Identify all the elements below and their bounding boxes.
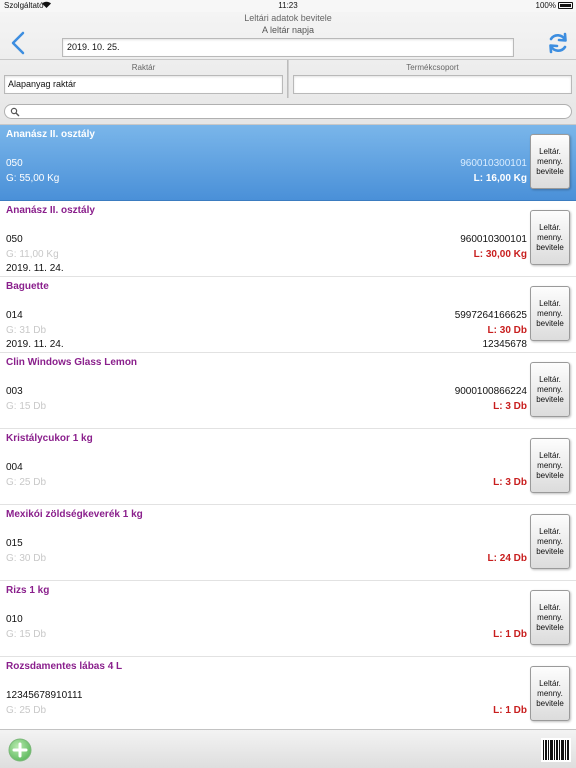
inventory-list: Ananász II. osztály 050 G: 55,00 Kg 9600… (0, 125, 576, 729)
clock: 11:23 (278, 1, 298, 10)
barcode-icon (541, 738, 571, 762)
bottom-toolbar (0, 729, 576, 768)
item-g-quantity: G: 55,00 Kg (6, 173, 60, 184)
item-barcode: 9000100866224 (454, 386, 527, 397)
item-name: Rizs 1 kg (6, 585, 50, 596)
item-l-quantity: L: 3 Db (493, 477, 527, 488)
item-l-quantity: L: 3 Db (493, 401, 527, 412)
item-g-quantity: G: 25 Db (6, 705, 47, 716)
enter-inventory-quantity-button[interactable]: Leltár. menny. bevitele (530, 590, 570, 645)
list-item[interactable]: Baguette 014 G: 31 Db 2019. 11. 24. 5997… (0, 277, 576, 353)
item-date: 2019. 11. 24. (6, 263, 64, 274)
enter-inventory-quantity-button[interactable]: Leltár. menny. bevitele (530, 134, 570, 189)
item-code: 010 (6, 614, 23, 625)
item-barcode: 960010300101 (460, 234, 527, 245)
item-name: Clin Windows Glass Lemon (6, 357, 138, 368)
header: Leltári adatok bevitele A leltár napja 2… (0, 12, 576, 125)
enter-inventory-quantity-button[interactable]: Leltár. menny. bevitele (530, 210, 570, 265)
item-code: 12345678910111 (6, 690, 83, 701)
inventory-date-field[interactable]: 2019. 10. 25. (62, 38, 514, 57)
list-item[interactable]: Ananász II. osztály 050 G: 11,00 Kg 2019… (0, 201, 576, 277)
item-name: Rozsdamentes lábas 4 L (6, 661, 123, 672)
item-l-quantity: L: 1 Db (493, 705, 527, 716)
list-item[interactable]: Mexikói zöldségkeverék 1 kg 015 G: 30 Db… (0, 505, 576, 581)
list-item[interactable]: Rizs 1 kg 010 G: 15 Db L: 1 Db Leltár. m… (0, 581, 576, 657)
item-barcode: 960010300101 (460, 158, 527, 169)
item-l-quantity: L: 30,00 Kg (473, 249, 527, 260)
item-g-quantity: G: 15 Db (6, 629, 47, 640)
scan-barcode-button[interactable] (541, 738, 571, 762)
inventory-date-label: A leltár napja (261, 25, 315, 35)
item-l-quantity: L: 16,00 Kg (473, 173, 527, 184)
item-name: Ananász II. osztály (6, 205, 95, 216)
item-g-quantity: G: 31 Db (6, 325, 47, 336)
item-date: 2019. 11. 24. (6, 339, 64, 350)
item-barcode: 5997264166625 (454, 310, 527, 321)
item-code: 050 (6, 158, 23, 169)
item-code: 014 (6, 310, 23, 321)
list-item[interactable]: Rozsdamentes lábas 4 L 12345678910111 G:… (0, 657, 576, 729)
chevron-left-icon (11, 31, 25, 55)
list-item[interactable]: Ananász II. osztály 050 G: 55,00 Kg 9600… (0, 125, 576, 201)
item-name: Kristálycukor 1 kg (6, 433, 93, 444)
item-code: 015 (6, 538, 23, 549)
search-input[interactable] (4, 104, 572, 119)
item-g-quantity: G: 11,00 Kg (6, 249, 59, 260)
enter-inventory-quantity-button[interactable]: Leltár. menny. bevitele (530, 666, 570, 721)
item-code: 004 (6, 462, 23, 473)
item-name: Baguette (6, 281, 49, 292)
item-g-quantity: G: 30 Db (6, 553, 47, 564)
add-item-button[interactable] (8, 738, 32, 762)
warehouse-field[interactable]: Alapanyag raktár (4, 75, 283, 94)
item-l-quantity: L: 30 Db (487, 325, 527, 336)
page-title: Leltári adatok bevitele (244, 13, 332, 23)
status-bar: Szolgáltató 11:23 100% (0, 0, 576, 12)
enter-inventory-quantity-button[interactable]: Leltár. menny. bevitele (530, 286, 570, 341)
product-group-label: Termékcsoport (406, 63, 459, 72)
item-l-quantity: L: 24 Db (487, 553, 527, 564)
back-button[interactable] (5, 30, 31, 56)
item-g-quantity: G: 25 Db (6, 477, 47, 488)
item-g-quantity: G: 15 Db (6, 401, 47, 412)
enter-inventory-quantity-button[interactable]: Leltár. menny. bevitele (530, 362, 570, 417)
item-code: 003 (6, 386, 23, 397)
enter-inventory-quantity-button[interactable]: Leltár. menny. bevitele (530, 514, 570, 569)
search-icon (10, 107, 20, 117)
product-group-field[interactable] (293, 75, 572, 94)
enter-inventory-quantity-button[interactable]: Leltár. menny. bevitele (530, 438, 570, 493)
list-item[interactable]: Clin Windows Glass Lemon 003 G: 15 Db 90… (0, 353, 576, 429)
list-item[interactable]: Kristálycukor 1 kg 004 G: 25 Db L: 3 Db … (0, 429, 576, 505)
battery-icon (558, 2, 573, 9)
plus-icon (8, 738, 32, 762)
warehouse-label: Raktár (131, 63, 156, 72)
item-name: Ananász II. osztály (6, 129, 95, 140)
item-barcode-secondary: 12345678 (482, 339, 528, 350)
item-code: 050 (6, 234, 23, 245)
battery-percent: 100% (535, 1, 556, 10)
refresh-icon (549, 32, 567, 54)
refresh-button[interactable] (544, 30, 572, 56)
item-name: Mexikói zöldségkeverék 1 kg (6, 509, 143, 520)
item-l-quantity: L: 1 Db (493, 629, 527, 640)
